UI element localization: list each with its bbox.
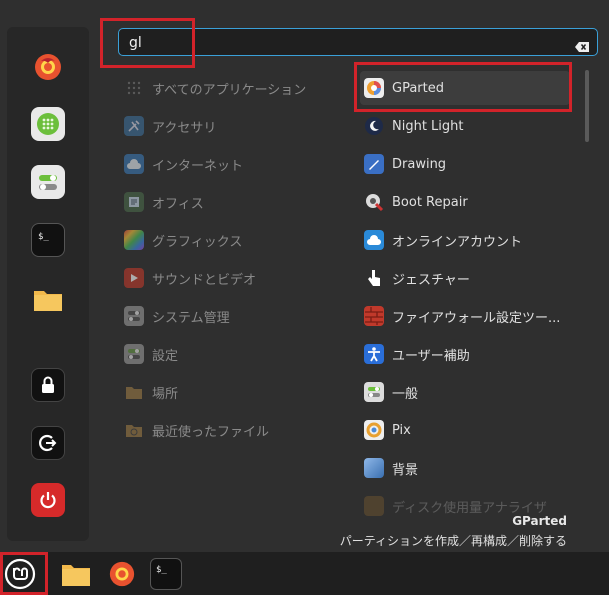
app-label: Night Light (392, 118, 464, 134)
graphics-icon (124, 230, 144, 250)
power-icon[interactable] (31, 483, 65, 517)
category-graphics[interactable]: グラフィックス (124, 223, 334, 257)
category-sound-video[interactable]: サウンドとビデオ (124, 261, 334, 295)
recent-folder-icon (124, 420, 144, 440)
drawing-icon (364, 154, 384, 174)
clear-search-icon[interactable] (575, 37, 589, 52)
taskbar: $_ (0, 552, 609, 595)
night-light-icon (364, 116, 384, 136)
category-label: システム管理 (152, 310, 230, 326)
firefox-icon[interactable] (31, 50, 65, 84)
firefox-icon (109, 561, 135, 587)
taskbar-files[interactable] (60, 558, 92, 590)
category-administration[interactable]: システム管理 (124, 299, 334, 333)
category-label: 設定 (152, 348, 179, 364)
app-label: オンラインアカウント (392, 234, 523, 250)
svg-text:$_: $_ (38, 232, 49, 242)
app-label: Pix (392, 422, 411, 438)
category-label: 最近使ったファイル (152, 424, 270, 440)
background-icon (364, 458, 384, 478)
files-icon[interactable] (31, 282, 65, 316)
description-title: GParted (512, 514, 567, 528)
category-places[interactable]: 場所 (124, 375, 334, 409)
category-internet[interactable]: インターネット (124, 147, 334, 181)
app-label: 一般 (392, 386, 419, 402)
category-label: アクセサリ (152, 120, 217, 136)
category-accessories[interactable]: アクセサリ (124, 109, 334, 143)
category-office[interactable]: オフィス (124, 185, 334, 219)
online-accounts-icon (364, 230, 384, 250)
app-label: Drawing (392, 156, 447, 172)
app-online-accounts[interactable]: オンラインアカウント (360, 223, 570, 257)
app-label: ユーザー補助 (392, 348, 470, 364)
app-firewall[interactable]: ファイアウォール設定ツー... (360, 299, 570, 333)
app-label: ファイアウォール設定ツー... (392, 310, 561, 326)
cloud-icon (124, 154, 144, 174)
lock-icon[interactable] (31, 368, 65, 402)
app-label: Boot Repair (392, 194, 468, 210)
logout-icon[interactable] (31, 426, 65, 460)
app-night-light[interactable]: Night Light (360, 109, 570, 143)
app-drawing[interactable]: Drawing (360, 147, 570, 181)
app-background[interactable]: 背景 (360, 451, 570, 485)
svg-text:$_: $_ (156, 565, 167, 575)
pix-icon (364, 420, 384, 440)
category-label: グラフィックス (152, 234, 243, 250)
favorites-panel: $_ (7, 27, 89, 541)
menu-button-highlight-box (0, 552, 48, 595)
accessories-icon (124, 116, 144, 136)
category-label: 場所 (152, 386, 179, 402)
search-highlight-box (100, 18, 195, 68)
taskbar-firefox[interactable] (106, 558, 138, 590)
apps-scrollbar[interactable] (585, 70, 589, 142)
category-label: インターネット (152, 158, 244, 174)
firewall-icon (364, 306, 384, 326)
gparted-highlight-box (354, 62, 572, 112)
app-general[interactable]: 一般 (360, 375, 570, 409)
category-label: すべてのアプリケーション (152, 82, 307, 98)
category-preferences[interactable]: 設定 (124, 337, 334, 371)
description-text: パーティションを作成／再構成／削除する (339, 534, 567, 548)
app-gestures[interactable]: ジェスチャー (360, 261, 570, 295)
gesture-icon (364, 268, 384, 288)
play-icon (124, 268, 144, 288)
app-accessibility[interactable]: ユーザー補助 (360, 337, 570, 371)
app-label: ジェスチャー (392, 272, 470, 288)
grid-icon (124, 78, 144, 98)
taskbar-terminal[interactable]: $_ (150, 558, 182, 590)
category-label: サウンドとビデオ (152, 272, 257, 288)
category-all-applications[interactable]: すべてのアプリケーション (124, 71, 334, 105)
category-label: オフィス (152, 196, 204, 212)
app-boot-repair[interactable]: Boot Repair (360, 185, 570, 219)
system-settings-icon[interactable] (31, 165, 65, 199)
folder-icon (124, 382, 144, 402)
app-pix[interactable]: Pix (360, 413, 570, 447)
app-label: ディスク使用量アナライザ (392, 500, 547, 516)
app-label: 背景 (392, 462, 419, 478)
software-manager-icon[interactable] (31, 107, 65, 141)
files-icon (62, 565, 90, 586)
settings-icon (124, 344, 144, 364)
terminal-icon: $_ (156, 565, 167, 575)
boot-repair-icon (364, 192, 384, 212)
accessibility-icon (364, 344, 384, 364)
toggle-icon (124, 306, 144, 326)
general-icon (364, 382, 384, 402)
category-recent-files[interactable]: 最近使ったファイル (124, 413, 334, 447)
terminal-icon[interactable]: $_ (31, 223, 65, 257)
application-menu: $_ すべてのアプリケーション アクセサリ (0, 0, 609, 552)
disk-usage-icon (364, 496, 384, 516)
office-icon (124, 192, 144, 212)
